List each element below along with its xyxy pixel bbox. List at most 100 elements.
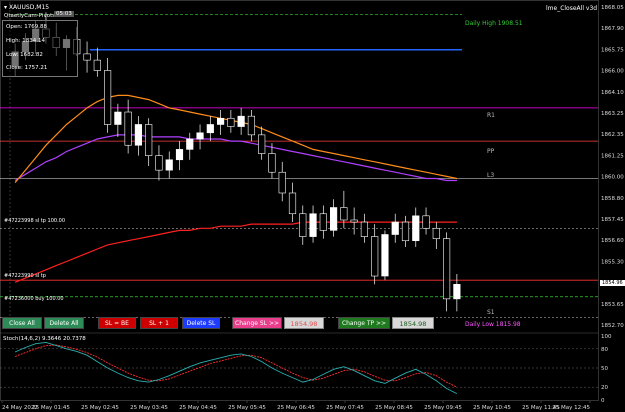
candle [206, 116, 214, 142]
candle [453, 273, 461, 312]
grid-layer [0, 0, 599, 401]
candle-body [381, 234, 389, 277]
candle [350, 207, 358, 235]
candle-body [443, 238, 451, 300]
ohlc-close: Close: 1757.21 [6, 65, 48, 71]
candle-body [227, 117, 235, 127]
candle [371, 224, 379, 285]
sl-plus-one-button[interactable]: SL + 1 [140, 317, 178, 329]
candle-body [83, 53, 91, 61]
order-label-3: #47236000 buy 100.00 [4, 296, 64, 302]
ohlc-panel: Open: 1769.88 High: 1834.14 Low: 1682.82… [2, 20, 78, 77]
subtitle: QtaetlyCam-Pivots. [4, 13, 57, 19]
candle-body [371, 236, 379, 277]
candle [299, 205, 307, 245]
price-tick: 1853.65 [601, 302, 624, 308]
candles [11, 12, 461, 312]
stoch-tick: 100 [601, 334, 612, 340]
symbol-title: ▾ XAUUSD,M15 [4, 4, 50, 11]
time-tick: 25 May 03:45 [130, 405, 168, 411]
candle-body [422, 215, 430, 229]
stoch-tick: 80 [601, 347, 608, 353]
time-tick: 25 May 09:45 [424, 405, 462, 411]
candle [227, 109, 235, 133]
candle [258, 126, 266, 160]
candle-body [401, 221, 410, 242]
candle-body [186, 138, 194, 150]
candle-body [309, 213, 317, 237]
candle-body [145, 124, 153, 156]
candle [422, 207, 430, 235]
close-all-button[interactable]: Close All [2, 317, 42, 329]
delete-sl-button[interactable]: Delete SL [182, 317, 220, 329]
candle-body [165, 159, 173, 171]
candle [237, 107, 245, 135]
ohlc-high: High: 1834.14 [6, 38, 45, 44]
candle [381, 230, 389, 281]
candle-body [453, 284, 461, 300]
candle-body [155, 155, 163, 171]
candle-body [360, 221, 368, 237]
change-sl-button[interactable]: Change SL >> [232, 317, 282, 329]
order-label-2: #47223990 sl tp [4, 273, 46, 279]
dropdown-icon: ▾ [4, 4, 8, 11]
candle [412, 207, 420, 247]
candle-body [258, 134, 266, 154]
price-tick: 1864.10 [601, 90, 624, 96]
candle [391, 213, 399, 243]
candle-body [196, 132, 204, 140]
time-tick: 25 May 02:45 [81, 405, 119, 411]
candle [443, 232, 451, 312]
candle-body [237, 115, 245, 127]
price-tick: 1862.35 [601, 132, 624, 138]
tp-value-field[interactable]: 1854.98 [392, 317, 434, 329]
candle-body [299, 213, 307, 237]
candle [288, 182, 297, 223]
candle [165, 151, 173, 179]
pp-label: PP [487, 148, 495, 155]
candle-body [114, 111, 122, 125]
order-label-1: #47223998 sl tp 100.00 [4, 218, 66, 224]
ohlc-low: Low: 1682.82 [6, 52, 43, 58]
candle [186, 132, 194, 160]
candle [432, 222, 440, 250]
candle-body [104, 70, 112, 125]
candle-body [268, 153, 276, 173]
current-price-badge: 1854.96 [600, 280, 625, 286]
chart-frame [0, 0, 599, 401]
candle-body [247, 115, 255, 136]
indicator-name: lme_CloseAll v3d [546, 5, 598, 12]
change-tp-button[interactable]: Change TP >> [338, 317, 390, 329]
daily-high-label: Daily High 1908.51 [465, 20, 523, 27]
candle-body [319, 213, 327, 231]
stoch-tick: 50 [601, 366, 608, 372]
candle [278, 161, 286, 202]
price-tick: 1865.75 [601, 47, 624, 53]
delete-all-button[interactable]: Delete All [44, 317, 84, 329]
time-tick: 25 May 04:45 [179, 405, 217, 411]
sl-be-button[interactable]: SL = BE [98, 317, 136, 329]
candle [319, 205, 327, 239]
candle [330, 199, 338, 237]
candle [145, 118, 153, 166]
timer-badge: 05:03 [54, 11, 74, 17]
price-tick: 1863.25 [601, 111, 624, 117]
stoch-tick: 0 [601, 398, 605, 404]
candle-body [206, 124, 214, 134]
sl-value-field[interactable]: 1854.98 [284, 317, 324, 329]
r1-label: R1 [487, 112, 495, 119]
candle-body [391, 221, 399, 235]
time-tick: 25 May 05:45 [228, 405, 266, 411]
candle [155, 145, 163, 181]
candle [309, 205, 317, 243]
candle [268, 143, 276, 179]
price-tick: 1867.90 [601, 26, 624, 32]
price-tick: 1856.60 [601, 238, 624, 244]
candle-body [330, 207, 338, 231]
candle-body [175, 149, 184, 161]
price-tick: 1868.05 [601, 5, 624, 11]
l3-label: L3 [487, 172, 495, 179]
candle-body [278, 171, 286, 194]
candle-body [350, 219, 358, 223]
price-chart[interactable]: 1868.05 1867.90 1865.75 1866.00 1864.10 1863.… [0, 0, 625, 412]
